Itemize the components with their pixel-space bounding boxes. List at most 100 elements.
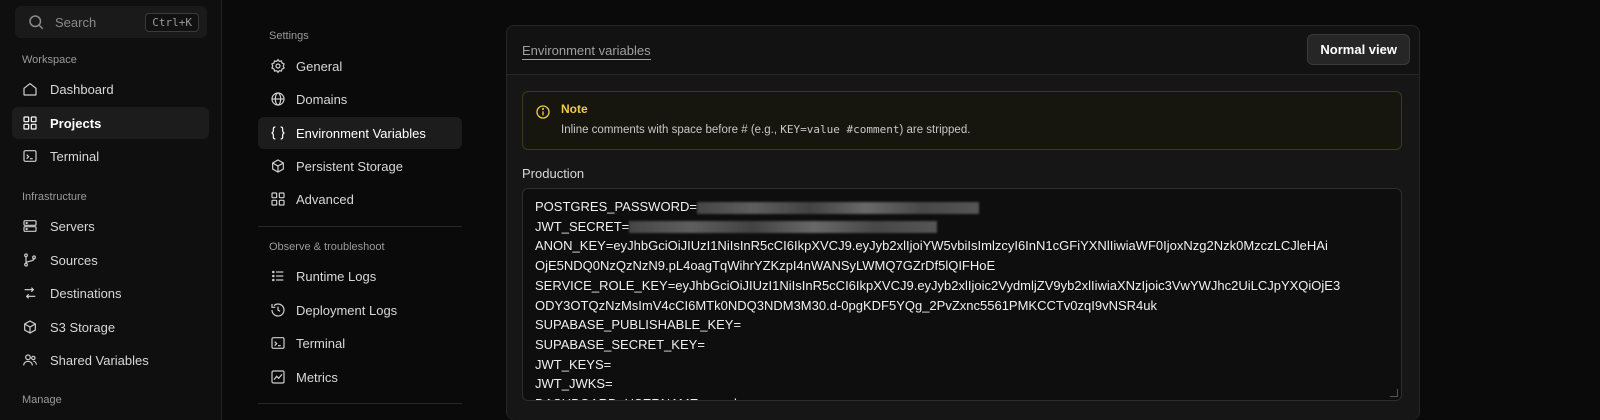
tab-label: Deployment Logs bbox=[296, 302, 398, 318]
note-title: Note bbox=[561, 102, 588, 116]
env-line-text: JWT_JWKS= bbox=[535, 376, 613, 392]
sidebar-item-terminal[interactable]: Terminal bbox=[12, 140, 209, 172]
observe-header: Observe & troubleshoot bbox=[269, 241, 385, 253]
tab-label: Environment Variables bbox=[296, 125, 426, 141]
home-icon bbox=[23, 82, 37, 96]
note-text-after: ) are stripped. bbox=[899, 124, 971, 136]
tab-runtime-logs[interactable]: Runtime Logs bbox=[258, 260, 462, 292]
sidebar-item-label: Dashboard bbox=[50, 81, 114, 97]
env-line-text: POSTGRES_PASSWORD= bbox=[535, 199, 697, 214]
env-line: SERVICE_ROLE_KEY=eyJhbGciOiJIUzI1NiIsInR… bbox=[535, 276, 1389, 296]
normal-view-button[interactable]: Normal view bbox=[1307, 34, 1410, 65]
box-icon bbox=[272, 159, 284, 173]
app-window: Search Ctrl+K Workspace Dashboard Projec… bbox=[0, 0, 1600, 420]
sidebar-item-label: S3 Storage bbox=[50, 319, 116, 335]
tab-environment-variables[interactable]: Environment Variables bbox=[258, 117, 462, 149]
tab-advanced[interactable]: Advanced bbox=[258, 183, 462, 215]
env-line-text: SUPABASE_SECRET_KEY= bbox=[535, 336, 705, 352]
tab-label: Terminal bbox=[296, 335, 346, 351]
server-icon bbox=[23, 220, 37, 232]
search-icon bbox=[29, 15, 44, 30]
settings-nav: Settings General Domains Environment Var… bbox=[258, 0, 462, 420]
git-branch-icon bbox=[24, 253, 36, 267]
settings-header: Settings bbox=[269, 30, 309, 42]
sidebar-item-label: Destinations bbox=[50, 285, 122, 301]
tab-label: Advanced bbox=[296, 191, 354, 207]
users-icon bbox=[23, 354, 37, 366]
sidebar-item-label: Projects bbox=[50, 115, 102, 131]
env-line-text: SUPABASE_PUBLISHABLE_KEY= bbox=[535, 317, 742, 333]
resize-handle[interactable] bbox=[1390, 389, 1398, 397]
production-env-textarea[interactable]: POSTGRES_PASSWORD= JWT_SECRET= ANON_KEY=ey… bbox=[522, 188, 1402, 401]
tab-metrics[interactable]: Metrics bbox=[258, 361, 462, 393]
sidebar-item-destinations[interactable]: Destinations bbox=[12, 277, 209, 309]
sidebar-item-label: Sources bbox=[50, 252, 98, 268]
grid-icon bbox=[23, 116, 37, 130]
env-line-text: JWT_KEYS= bbox=[535, 356, 612, 372]
tab-label: General bbox=[296, 58, 343, 74]
env-line: SUPABASE_SECRET_KEY= bbox=[535, 335, 1389, 355]
sidebar-item-label: Servers bbox=[50, 218, 95, 234]
sidebar-item-dashboard[interactable]: Dashboard bbox=[12, 73, 209, 105]
tab-persistent-storage[interactable]: Persistent Storage bbox=[258, 150, 462, 182]
terminal-icon bbox=[23, 150, 37, 162]
tab-label: Domains bbox=[296, 91, 348, 107]
env-line: OjE5NDQ0NzQzNzN9.pL4oagTqWihrYZKzpI4nWAN… bbox=[535, 256, 1389, 276]
globe-icon bbox=[271, 92, 285, 106]
info-icon bbox=[536, 105, 550, 119]
sidebar-item-label: Terminal bbox=[50, 148, 100, 164]
search-box[interactable]: Search Ctrl+K bbox=[15, 6, 207, 38]
production-label: Production bbox=[522, 166, 585, 181]
redacted-value bbox=[696, 201, 979, 214]
history-icon bbox=[271, 303, 285, 317]
env-line: JWT_KEYS= bbox=[535, 355, 1389, 375]
env-line: ODY3OTQzNzMsImV4cCI6MTk0NDQ3NDM3M30.d-0p… bbox=[535, 296, 1389, 316]
box-icon bbox=[24, 320, 36, 334]
env-line: DASHBOARD_USERNAME=supabase bbox=[535, 394, 1389, 400]
sidebar-item-shared-variables[interactable]: Shared Variables bbox=[12, 344, 209, 376]
search-placeholder: Search bbox=[55, 14, 97, 30]
sidebar-section-infrastructure: Infrastructure bbox=[22, 191, 87, 203]
note-text-before: Inline comments with space before # (e.g… bbox=[561, 124, 781, 136]
env-variables-card: Environment variables Normal view Note I… bbox=[506, 25, 1420, 420]
settings-divider bbox=[258, 403, 462, 404]
gear-icon bbox=[271, 58, 285, 74]
chart-icon bbox=[271, 370, 285, 384]
search-shortcut: Ctrl+K bbox=[145, 12, 199, 32]
sidebar-item-label: Shared Variables bbox=[50, 352, 149, 368]
list-icon bbox=[272, 270, 284, 282]
tab-label: Runtime Logs bbox=[296, 268, 377, 284]
env-line: SUPABASE_PUBLISHABLE_KEY= bbox=[535, 315, 1389, 335]
env-line-text: ODY3OTQzNzMsImV4cCI6MTk0NDQ3NDM3M30.d-0p… bbox=[535, 297, 1158, 313]
tab-general[interactable]: General bbox=[258, 50, 462, 82]
env-line-text: OjE5NDQ0NzQzNzN9.pL4oagTqWihrYZKzpI4nWAN… bbox=[535, 258, 996, 274]
tab-deployment-logs[interactable]: Deployment Logs bbox=[258, 294, 462, 326]
destinations-icon bbox=[24, 287, 36, 299]
note-text: Inline comments with space before # (e.g… bbox=[561, 123, 970, 136]
env-line: JWT_SECRET= bbox=[535, 217, 1389, 237]
tab-terminal[interactable]: Terminal bbox=[258, 327, 462, 359]
env-editor-panel: Note Inline comments with space before #… bbox=[507, 74, 1419, 420]
env-line-text: ANON_KEY=eyJhbGciOiJIUzI1NiIsInR5cCI6Ikp… bbox=[535, 238, 1328, 254]
env-line: POSTGRES_PASSWORD= bbox=[535, 197, 1389, 217]
env-line: JWT_JWKS= bbox=[535, 374, 1389, 394]
env-line-text: SERVICE_ROLE_KEY=eyJhbGciOiJIUzI1NiIsInR… bbox=[535, 277, 1341, 293]
braces-icon bbox=[271, 126, 285, 140]
note-code: KEY=value #comment bbox=[780, 123, 900, 136]
tab-domains[interactable]: Domains bbox=[258, 83, 462, 115]
redacted-value bbox=[629, 221, 938, 234]
env-line-text: DASHBOARD_USERNAME=supabase bbox=[535, 396, 762, 400]
terminal-icon bbox=[271, 337, 285, 349]
sidebar-section-manage: Manage bbox=[22, 394, 62, 406]
env-line: ANON_KEY=eyJhbGciOiJIUzI1NiIsInR5cCI6Ikp… bbox=[535, 236, 1389, 256]
settings-divider bbox=[258, 226, 462, 227]
sidebar-item-projects[interactable]: Projects bbox=[12, 107, 209, 139]
sidebar-item-servers[interactable]: Servers bbox=[12, 210, 209, 242]
page-title: Environment variables bbox=[522, 43, 651, 60]
env-line-text: JWT_SECRET= bbox=[535, 218, 630, 234]
sidebar: Search Ctrl+K Workspace Dashboard Projec… bbox=[0, 0, 222, 420]
tab-label: Metrics bbox=[296, 369, 338, 385]
sidebar-item-s3-storage[interactable]: S3 Storage bbox=[12, 311, 209, 343]
sidebar-section-workspace: Workspace bbox=[22, 54, 77, 66]
sidebar-item-sources[interactable]: Sources bbox=[12, 244, 209, 276]
